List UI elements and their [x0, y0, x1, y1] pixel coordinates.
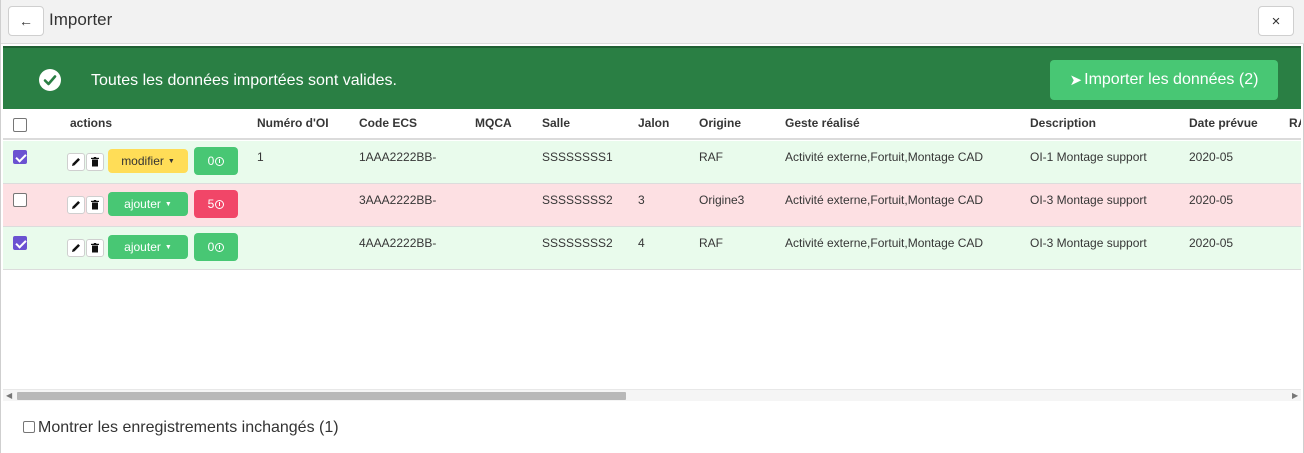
row-select-checkbox[interactable]: [13, 236, 27, 250]
row-select-checkbox[interactable]: [13, 193, 27, 207]
cell-jalon: 3: [638, 193, 645, 207]
column-header: MQCA: [475, 116, 512, 130]
edit-button[interactable]: [67, 153, 85, 171]
action-dropdown[interactable]: ajouter ▼: [108, 235, 188, 259]
cell-code-ecs: 3AAA2222BB-: [359, 193, 437, 207]
show-unchanged-checkbox[interactable]: [23, 421, 35, 433]
cell-geste: Activité externe,Fortuit,Montage CAD: [785, 236, 984, 250]
edit-button[interactable]: [67, 196, 85, 214]
action-dropdown[interactable]: ajouter ▼: [108, 192, 188, 216]
row-select-checkbox[interactable]: [13, 150, 27, 164]
import-table: actions Numéro d'OI Code ECS MQCA Salle …: [3, 109, 1301, 392]
validation-banner: Toutes les données importées sont valide…: [3, 46, 1301, 109]
info-icon: [215, 242, 225, 252]
scrollbar-thumb[interactable]: [17, 392, 626, 400]
table-row: modifier ▼ 0 1 1AAA2222BB- SSSSSSSS1 RAF Activi…: [3, 141, 1301, 184]
arrow-left-icon: ←: [19, 13, 33, 29]
close-button[interactable]: ×: [1258, 6, 1294, 36]
cell-origine: RAF: [699, 236, 723, 250]
cell-salle: SSSSSSSS1: [542, 150, 613, 164]
table-row: ajouter ▼ 0 4AAA2222BB- SSSSSSSS2 4 RAF Activit…: [3, 227, 1301, 270]
check-circle-icon: [39, 69, 61, 91]
edit-button[interactable]: [67, 239, 85, 257]
column-header: Geste réalisé: [785, 116, 860, 130]
pencil-icon: [72, 244, 80, 252]
column-header: Origine: [699, 116, 742, 130]
delete-button[interactable]: [86, 196, 104, 214]
cell-date-prevue: 2020-05: [1189, 193, 1234, 207]
action-label: ajouter: [124, 197, 161, 211]
cell-description: OI-1 Montage support: [1030, 150, 1147, 164]
title-bar: ← Importer ×: [1, 0, 1304, 44]
issues-count: 0: [207, 240, 215, 254]
action-label: ajouter: [124, 240, 161, 254]
close-icon: ×: [1271, 12, 1281, 30]
importer-dialog: ← Importer × Toutes les données importée…: [0, 0, 1304, 453]
column-header: Date prévue: [1189, 116, 1258, 130]
action-dropdown[interactable]: modifier ▼: [108, 149, 188, 173]
trash-icon: [91, 200, 99, 210]
column-header: Jalon: [638, 116, 670, 130]
scroll-left-icon[interactable]: ◀: [6, 391, 12, 400]
table-row: ajouter ▼ 5 3AAA2222BB- SSSSSSSS2 3 Origine3 Ac…: [3, 184, 1301, 227]
caret-down-icon: ▼: [167, 157, 175, 165]
cell-origine: RAF: [699, 150, 723, 164]
cell-geste: Activité externe,Fortuit,Montage CAD: [785, 150, 984, 164]
caret-down-icon: ▼: [164, 200, 172, 208]
show-unchanged-label[interactable]: Montrer les enregistrements inchangés (1…: [38, 419, 339, 437]
horizontal-scrollbar[interactable]: ◀ ▶: [3, 389, 1301, 401]
import-data-button[interactable]: ➤ Importer les données (2): [1050, 60, 1278, 100]
cell-description: OI-3 Montage support: [1030, 236, 1147, 250]
validation-message: Toutes les données importées sont valide…: [91, 72, 397, 89]
import-data-label: Importer les données (2): [1084, 71, 1259, 88]
scroll-right-icon[interactable]: ▶: [1292, 391, 1298, 400]
delete-button[interactable]: [86, 153, 104, 171]
trash-icon: [91, 243, 99, 253]
select-all-checkbox[interactable]: [13, 118, 27, 132]
dialog-footer: Montrer les enregistrements inchangés (1…: [3, 401, 1301, 453]
send-icon: ➤: [1069, 72, 1083, 89]
cell-numero-oi: 1: [257, 150, 264, 164]
action-label: modifier: [121, 154, 164, 168]
issues-count: 5: [207, 197, 215, 211]
cell-code-ecs: 1AAA2222BB-: [359, 150, 437, 164]
column-header: actions: [70, 116, 113, 130]
column-header: Salle: [542, 116, 571, 130]
trash-icon: [91, 157, 99, 167]
column-header: Numéro d'OI: [257, 116, 329, 130]
info-icon: [215, 199, 225, 209]
info-icon: [215, 156, 225, 166]
issues-count: 0: [207, 154, 215, 168]
issues-count-button[interactable]: 0: [194, 147, 238, 175]
pencil-icon: [72, 201, 80, 209]
column-header: Description: [1030, 116, 1097, 130]
back-button[interactable]: ←: [8, 6, 44, 36]
cell-code-ecs: 4AAA2222BB-: [359, 236, 437, 250]
cell-date-prevue: 2020-05: [1189, 236, 1234, 250]
cell-origine: Origine3: [699, 193, 745, 207]
issues-count-button[interactable]: 5: [194, 190, 238, 218]
issues-count-button[interactable]: 0: [194, 233, 238, 261]
cell-geste: Activité externe,Fortuit,Montage CAD: [785, 193, 984, 207]
column-header: RA: [1289, 116, 1301, 130]
column-header: Code ECS: [359, 116, 418, 130]
cell-salle: SSSSSSSS2: [542, 193, 613, 207]
dialog-title: Importer: [49, 10, 113, 29]
cell-salle: SSSSSSSS2: [542, 236, 613, 250]
cell-description: OI-3 Montage support: [1030, 193, 1147, 207]
cell-date-prevue: 2020-05: [1189, 150, 1234, 164]
cell-jalon: 4: [638, 236, 645, 250]
delete-button[interactable]: [86, 239, 104, 257]
caret-down-icon: ▼: [164, 243, 172, 251]
table-header: actions Numéro d'OI Code ECS MQCA Salle …: [3, 109, 1301, 140]
pencil-icon: [72, 158, 80, 166]
